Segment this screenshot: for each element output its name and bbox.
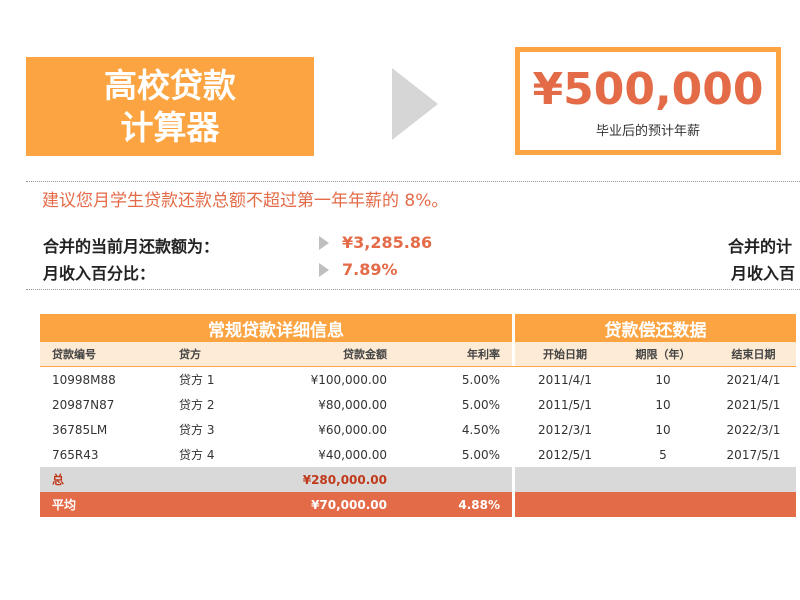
col-loan-id: 贷款编号	[40, 342, 167, 367]
start-date-cell[interactable]: 2011/4/1	[515, 367, 615, 393]
amount-cell[interactable]: ¥60,000.00	[257, 417, 399, 442]
rate-cell[interactable]: 5.00%	[399, 442, 512, 467]
col-amount: 贷款金额	[257, 342, 399, 367]
expected-salary-box[interactable]: ¥500,000 毕业后的预计年薪	[515, 47, 781, 155]
term-cell[interactable]: 10	[615, 392, 711, 417]
average-rate: 4.88%	[399, 492, 512, 517]
triangle-right-icon	[319, 263, 329, 277]
right-monthly-label: 合并的计	[728, 237, 793, 256]
table-row[interactable]: 20987N87 贷方 2 ¥80,000.00 5.00% 2011/5/1 …	[40, 392, 796, 417]
rate-cell[interactable]: 5.00%	[399, 367, 512, 393]
income-percent-label: 月收入百分比：	[43, 264, 156, 283]
average-row: 平均 ¥70,000.00 4.88%	[40, 492, 796, 517]
rate-cell[interactable]: 4.50%	[399, 417, 512, 442]
col-lender: 贷方	[167, 342, 257, 367]
advice-text: 建议您月学生贷款还款总额不超过第一年年薪的 8%。	[42, 191, 449, 211]
end-date-cell[interactable]: 2021/5/1	[711, 392, 796, 417]
monthly-payment-label: 合并的当前月还款额为：	[43, 237, 220, 256]
arrow-right-icon	[392, 68, 438, 140]
calculator-title: 高校贷款 计算器	[26, 57, 314, 156]
lender-cell[interactable]: 贷方 2	[167, 392, 257, 417]
amount-cell[interactable]: ¥40,000.00	[257, 442, 399, 467]
loan-id-cell[interactable]: 765R43	[40, 442, 167, 467]
rate-cell[interactable]: 5.00%	[399, 392, 512, 417]
income-percent-value[interactable]: 7.89%	[342, 260, 398, 279]
loan-id-cell[interactable]: 20987N87	[40, 392, 167, 417]
total-amount: ¥280,000.00	[257, 467, 399, 492]
expected-salary-value[interactable]: ¥500,000	[520, 62, 776, 118]
start-date-cell[interactable]: 2012/5/1	[515, 442, 615, 467]
start-date-cell[interactable]: 2011/5/1	[515, 392, 615, 417]
right-percent-label: 月收入百	[731, 264, 796, 283]
col-term: 期限（年）	[615, 342, 711, 367]
repayment-data-header: 贷款偿还数据	[515, 314, 796, 342]
divider-middle	[26, 289, 800, 290]
lender-cell[interactable]: 贷方 3	[167, 417, 257, 442]
loan-table: 常规贷款详细信息 贷款偿还数据 贷款编号 贷方 贷款金额 年利率 开始日期 期限…	[40, 314, 796, 517]
table-row[interactable]: 765R43 贷方 4 ¥40,000.00 5.00% 2012/5/1 5 …	[40, 442, 796, 467]
total-row: 总 ¥280,000.00	[40, 467, 796, 492]
table-row[interactable]: 10998M88 贷方 1 ¥100,000.00 5.00% 2011/4/1…	[40, 366, 796, 393]
loan-id-cell[interactable]: 10998M88	[40, 367, 167, 393]
triangle-right-icon	[319, 236, 329, 250]
loan-id-cell[interactable]: 36785LM	[40, 417, 167, 442]
term-cell[interactable]: 10	[615, 417, 711, 442]
loan-details-header: 常规贷款详细信息	[40, 314, 512, 342]
amount-cell[interactable]: ¥80,000.00	[257, 392, 399, 417]
expected-salary-label: 毕业后的预计年薪	[595, 124, 700, 139]
col-start-date: 开始日期	[515, 342, 615, 367]
monthly-payment-value[interactable]: ¥3,285.86	[342, 233, 432, 252]
total-label: 总	[40, 467, 167, 492]
term-cell[interactable]: 5	[615, 442, 711, 467]
average-amount: ¥70,000.00	[257, 492, 399, 517]
table-row[interactable]: 36785LM 贷方 3 ¥60,000.00 4.50% 2012/3/1 1…	[40, 417, 796, 442]
start-date-cell[interactable]: 2012/3/1	[515, 417, 615, 442]
col-rate: 年利率	[399, 342, 512, 367]
term-cell[interactable]: 10	[615, 367, 711, 393]
end-date-cell[interactable]: 2022/3/1	[711, 417, 796, 442]
col-end-date: 结束日期	[711, 342, 796, 367]
lender-cell[interactable]: 贷方 4	[167, 442, 257, 467]
title-line-2: 计算器	[120, 107, 220, 147]
end-date-cell[interactable]: 2021/4/1	[711, 367, 796, 393]
divider-top	[26, 181, 800, 182]
title-line-1: 高校贷款	[104, 65, 236, 105]
amount-cell[interactable]: ¥100,000.00	[257, 367, 399, 393]
average-label: 平均	[40, 492, 167, 517]
lender-cell[interactable]: 贷方 1	[167, 367, 257, 393]
end-date-cell[interactable]: 2017/5/1	[711, 442, 796, 467]
